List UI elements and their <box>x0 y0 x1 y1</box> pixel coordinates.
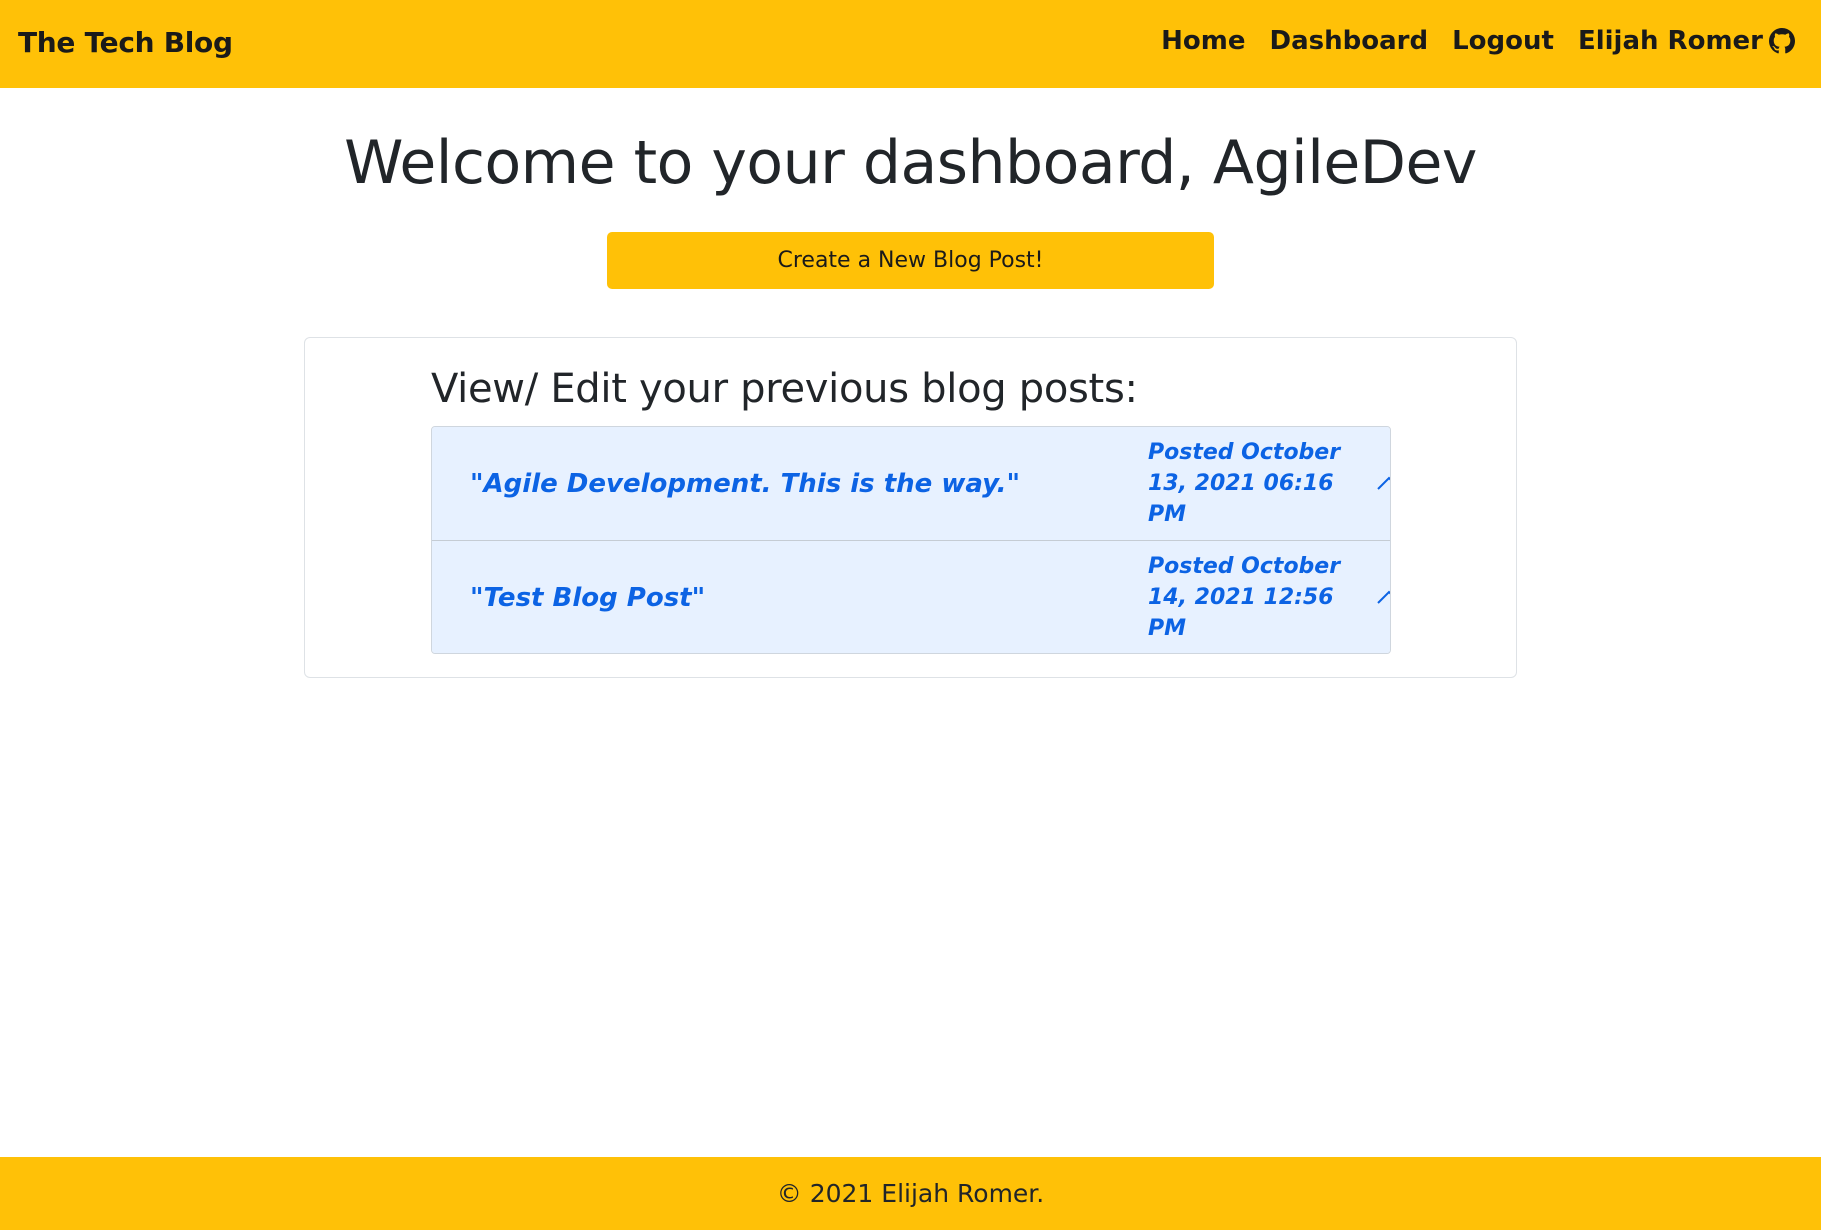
brand-link[interactable]: The Tech Blog <box>18 26 233 59</box>
nav-logout-link[interactable]: Logout <box>1452 26 1554 56</box>
chevron-up-icon <box>1377 590 1390 604</box>
post-title: "Test Blog Post" <box>470 582 706 613</box>
footer-copyright: © 2021 Elijah Romer. <box>776 1179 1045 1208</box>
post-date: Posted October 13, 2021 06:16 PM <box>1148 440 1341 527</box>
nav-links: Home Dashboard Logout Elijah Romer <box>1161 26 1795 56</box>
footer: © 2021 Elijah Romer. <box>0 1157 1821 1230</box>
post-item[interactable]: "Test Blog Post" Posted October 14, 2021… <box>432 540 1390 653</box>
post-date: Posted October 14, 2021 12:56 PM <box>1148 554 1341 641</box>
page-title: Welcome to your dashboard, AgileDev <box>344 128 1477 198</box>
github-icon <box>1769 28 1795 54</box>
nav-home-link[interactable]: Home <box>1161 26 1245 56</box>
nav-user-name: Elijah Romer <box>1577 26 1763 56</box>
posts-accordion: "Agile Development. This is the way." Po… <box>431 426 1391 654</box>
navbar: The Tech Blog Home Dashboard Logout Elij… <box>0 0 1821 88</box>
nav-dashboard-link[interactable]: Dashboard <box>1270 26 1429 56</box>
posts-card: View/ Edit your previous blog posts: "Ag… <box>304 337 1517 678</box>
chevron-up-icon <box>1377 476 1390 490</box>
post-item[interactable]: "Agile Development. This is the way." Po… <box>432 427 1390 540</box>
post-title: "Agile Development. This is the way." <box>470 468 1021 499</box>
create-post-button[interactable]: Create a New Blog Post! <box>607 232 1214 289</box>
posts-heading: View/ Edit your previous blog posts: <box>431 366 1138 412</box>
nav-user-link[interactable]: Elijah Romer <box>1578 26 1795 56</box>
